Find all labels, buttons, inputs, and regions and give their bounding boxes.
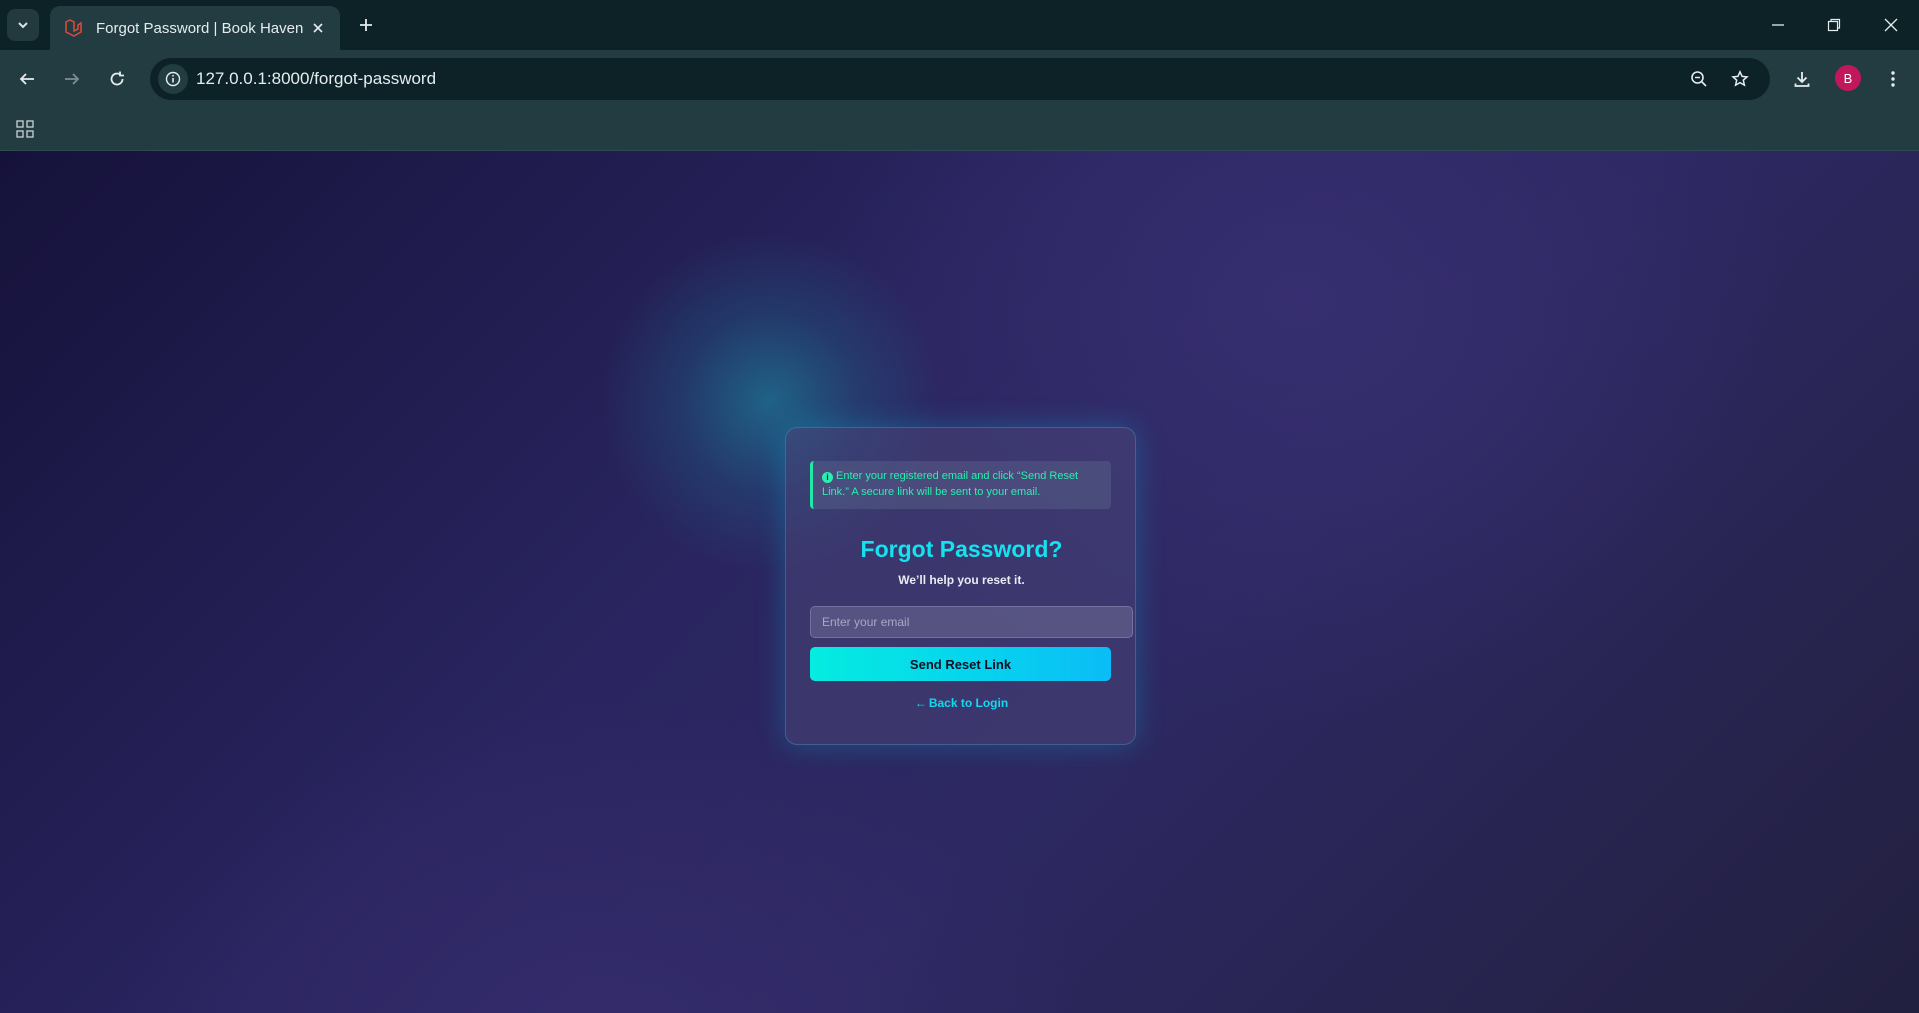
minimize-icon bbox=[1772, 24, 1784, 26]
page-subtitle: We’ll help you reset it. bbox=[898, 573, 1025, 587]
downloads-button[interactable] bbox=[1787, 64, 1817, 94]
more-vertical-icon bbox=[1891, 71, 1895, 87]
alert-text: Enter your registered email and click “S… bbox=[822, 470, 1079, 498]
apps-button[interactable] bbox=[12, 116, 38, 142]
email-field[interactable] bbox=[810, 606, 1133, 638]
back-button[interactable] bbox=[12, 64, 42, 94]
tab-search-button[interactable] bbox=[7, 9, 39, 41]
close-window-button[interactable] bbox=[1871, 10, 1911, 40]
info-circle-icon: i bbox=[822, 472, 833, 483]
chevron-down-icon bbox=[18, 22, 28, 29]
arrow-left-icon bbox=[19, 73, 34, 85]
download-icon bbox=[1794, 72, 1810, 87]
profile-avatar[interactable]: B bbox=[1835, 65, 1861, 91]
site-info-button[interactable] bbox=[158, 64, 188, 94]
browser-menu-button[interactable] bbox=[1878, 64, 1908, 94]
bookmarks-bar bbox=[0, 108, 1919, 151]
reload-icon bbox=[110, 71, 124, 86]
laravel-favicon-icon bbox=[62, 17, 84, 39]
apps-grid-icon bbox=[16, 120, 34, 138]
tab-title: Forgot Password | Book Haven bbox=[96, 19, 304, 37]
send-reset-link-button[interactable]: Send Reset Link bbox=[810, 647, 1111, 681]
zoom-out-icon bbox=[1691, 71, 1707, 87]
page-title: Forgot Password? bbox=[860, 536, 1063, 562]
info-icon bbox=[165, 71, 181, 87]
plus-icon bbox=[360, 19, 372, 31]
restore-icon bbox=[1827, 18, 1841, 32]
forgot-password-card: i Enter your registered email and click “… bbox=[785, 427, 1136, 745]
zoom-button[interactable] bbox=[1686, 66, 1712, 92]
arrow-right-icon bbox=[65, 73, 80, 85]
restore-button[interactable] bbox=[1814, 10, 1854, 40]
reload-button[interactable] bbox=[102, 64, 132, 94]
minimize-button[interactable] bbox=[1758, 10, 1798, 40]
forward-button[interactable] bbox=[57, 64, 87, 94]
new-tab-button[interactable] bbox=[353, 12, 379, 38]
star-icon bbox=[1731, 70, 1749, 87]
back-to-login-link[interactable]: ← Back to Login bbox=[786, 696, 1137, 710]
arrow-left-icon: ← bbox=[914, 696, 927, 710]
back-to-login-label: Back to Login bbox=[928, 696, 1009, 710]
info-alert: i Enter your registered email and click “… bbox=[810, 461, 1111, 509]
tab-strip: Forgot Password | Book Haven bbox=[0, 0, 1919, 50]
browser-toolbar: 127.0.0.1:8000/forgot-password B bbox=[0, 50, 1919, 108]
bookmark-button[interactable] bbox=[1727, 66, 1753, 92]
active-tab[interactable]: Forgot Password | Book Haven bbox=[50, 6, 340, 50]
page-background: i Enter your registered email and click “… bbox=[0, 151, 1919, 1013]
close-icon bbox=[313, 23, 323, 33]
url-text: 127.0.0.1:8000/forgot-password bbox=[196, 69, 437, 88]
close-icon bbox=[1884, 18, 1898, 32]
address-bar[interactable]: 127.0.0.1:8000/forgot-password bbox=[150, 58, 1770, 100]
tab-close-button[interactable] bbox=[308, 18, 328, 38]
